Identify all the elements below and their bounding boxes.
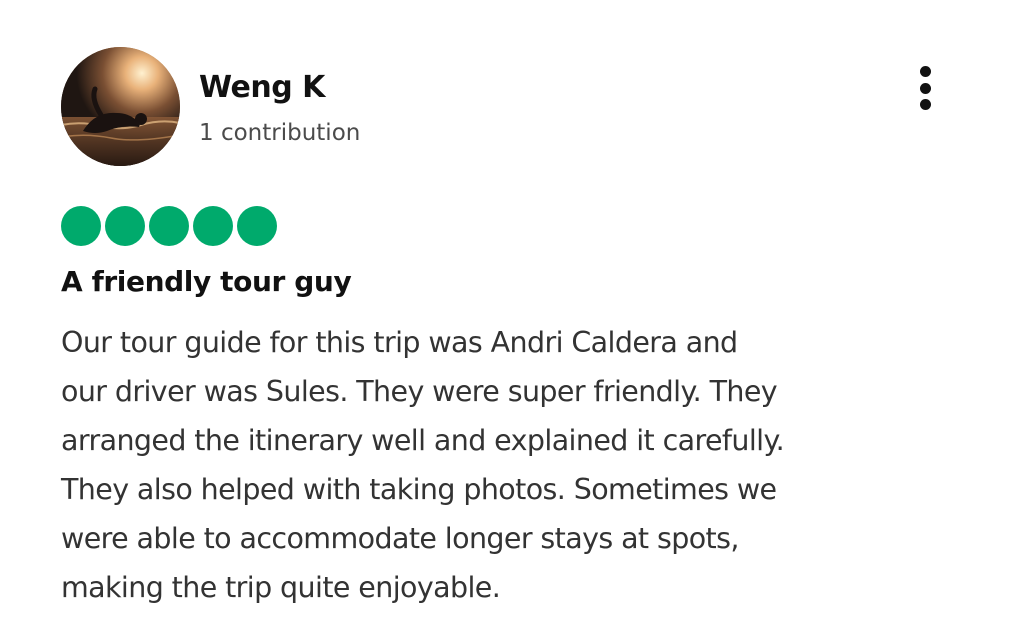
review-title[interactable]: A friendly tour guy	[61, 262, 352, 302]
rating-bubbles	[61, 206, 277, 246]
review-body: Our tour guide for this trip was Andri C…	[61, 318, 961, 612]
review-body-line: our driver was Sules. They were super fr…	[61, 375, 778, 408]
review-body-line: making the trip quite enjoyable.	[61, 571, 501, 604]
review-body-line: They also helped with taking photos. Som…	[61, 473, 777, 506]
more-vertical-icon-dot	[919, 82, 931, 94]
more-vertical-icon	[919, 66, 931, 77]
author-avatar[interactable]	[61, 47, 180, 166]
rating-bubble-filled	[149, 206, 189, 246]
author-contribution-count: 1 contribution	[199, 120, 361, 146]
rating-bubble-filled	[237, 206, 277, 246]
review-body-line: arranged the itinerary well and explaine…	[61, 424, 785, 457]
review-body-line: were able to accommodate longer stays at…	[61, 522, 739, 555]
swimmer-sunset-avatar	[61, 47, 180, 166]
review-card: Weng K 1 contribution A friendly tour gu…	[0, 0, 1024, 637]
more-vertical-icon-dot	[919, 99, 931, 110]
more-options-button[interactable]	[906, 60, 944, 116]
rating-bubble-filled	[105, 206, 145, 246]
review-body-line: Our tour guide for this trip was Andri C…	[61, 326, 738, 359]
author-name[interactable]: Weng K	[199, 69, 325, 107]
rating-bubble-filled	[193, 206, 233, 246]
rating-bubble-filled	[61, 206, 101, 246]
